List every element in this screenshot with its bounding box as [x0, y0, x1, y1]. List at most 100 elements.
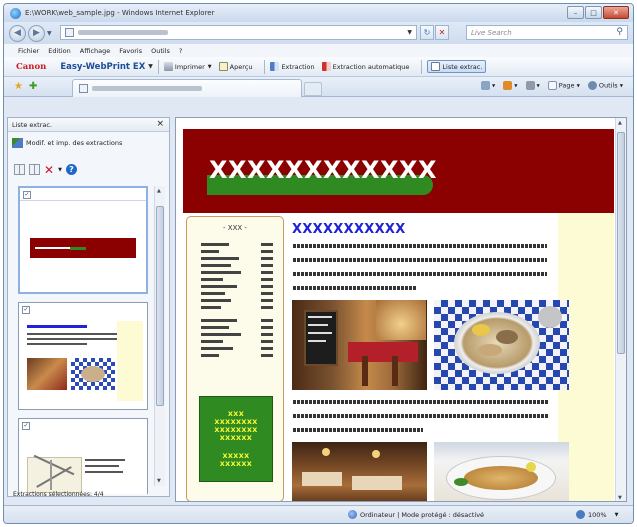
dining-room-photo	[292, 442, 427, 501]
delete-icon[interactable]: ✕	[44, 164, 54, 176]
maximize-button[interactable]: □	[585, 6, 602, 19]
list-extract-button[interactable]: Liste extrac.	[427, 60, 487, 73]
page-menu[interactable]: Page ▾	[547, 81, 580, 90]
promo-line: XXXXX	[222, 452, 250, 460]
feeds-button[interactable]: ▾	[503, 81, 518, 90]
print-label: Imprimer	[174, 62, 205, 71]
extraction-thumbnail[interactable]: ✓	[18, 418, 148, 494]
refresh-icon[interactable]: ↻	[420, 25, 434, 40]
forward-button[interactable]: ▶	[28, 24, 45, 42]
extraction-thumbnail[interactable]: ✓	[18, 302, 148, 410]
history-dropdown-icon[interactable]: ▼	[47, 30, 52, 37]
pane-scroll-thumb[interactable]	[156, 206, 164, 406]
menu-help[interactable]: ?	[179, 47, 182, 55]
preview-label: Aperçu	[229, 62, 253, 71]
home-button[interactable]: ▾	[480, 81, 495, 90]
security-zone[interactable]: Ordinateur | Mode protégé : désactivé	[348, 510, 484, 519]
print-cmd-button[interactable]: ▾	[525, 81, 540, 90]
minimize-button[interactable]: –	[567, 6, 584, 19]
tools-menu[interactable]: Outils ▾	[587, 81, 623, 90]
page-icon	[547, 81, 557, 90]
thumb-photo	[71, 358, 115, 390]
favorites-star-icon[interactable]: ★	[14, 81, 23, 92]
promo-line: XXXXXX	[219, 434, 253, 442]
scroll-up-icon[interactable]: ▲	[618, 120, 622, 126]
menu-file[interactable]: Fichier	[18, 47, 39, 55]
auto-extract-icon	[321, 62, 331, 71]
favorites-bar: ★ ✚ ▾ ▾ ▾ Page ▾ Outils ▾	[4, 77, 633, 97]
address-field[interactable]: ▼	[60, 25, 417, 40]
help-icon[interactable]: ?	[65, 164, 77, 175]
extract-label: Extraction	[281, 62, 315, 71]
scroll-up-icon[interactable]: ▲	[157, 188, 161, 194]
main-title: XXXXXXXXXXX	[292, 222, 406, 237]
feeds-icon	[503, 81, 513, 90]
tools-label: Outils	[598, 81, 618, 90]
delete-dropdown-icon[interactable]: ▼	[58, 167, 62, 173]
extraction-thumbnail[interactable]: ✓	[18, 186, 148, 294]
green-promo-box[interactable]: XXX XXXXXXXX XXXXXXXX XXXXXX XXXXX XXXXX…	[199, 396, 273, 482]
gear-icon	[587, 81, 597, 90]
pane-title: Liste extrac.	[12, 120, 53, 129]
edit-print-extractions-button[interactable]: Modif. et imp. des extractions	[12, 138, 122, 148]
text-line	[293, 272, 547, 276]
thumbnail-list: ✓ ✓ ✓	[18, 186, 148, 494]
menu-tools[interactable]: Outils	[151, 47, 170, 55]
zoom-level: 100%	[588, 510, 607, 519]
print-dropdown-icon[interactable]: ▼	[208, 64, 212, 70]
layout-one-icon[interactable]	[14, 164, 25, 175]
scroll-down-icon[interactable]: ▼	[157, 478, 161, 484]
browser-window: E:\WORK\web_sample.jpg - Windows Interne…	[3, 3, 634, 524]
page-scrollbar[interactable]: ▲ ▼	[615, 118, 626, 501]
easy-webprint-dropdown-icon[interactable]: ▼	[148, 63, 153, 70]
add-favorite-icon[interactable]: ✚	[29, 81, 37, 92]
thumbnail-checkbox[interactable]: ✓	[22, 422, 30, 430]
thumbnail-checkbox[interactable]: ✓	[22, 306, 30, 314]
menu-view[interactable]: Affichage	[80, 47, 111, 55]
thumb-photo	[27, 358, 67, 390]
print-button[interactable]: Imprimer ▼	[163, 62, 212, 71]
zoom-dropdown-icon[interactable]: ▼	[615, 512, 619, 518]
zoom-icon	[576, 510, 585, 519]
page-icon	[65, 28, 74, 37]
edit-print-icon	[12, 138, 23, 148]
text-line	[293, 286, 417, 290]
auto-extract-button[interactable]: Extraction automatique	[321, 62, 410, 71]
extract-button[interactable]: Extraction	[270, 62, 315, 71]
search-icon[interactable]: ⚲	[616, 27, 623, 37]
computer-zone-icon	[348, 510, 357, 519]
window-title: E:\WORK\web_sample.jpg - Windows Interne…	[25, 9, 215, 17]
new-tab-button[interactable]	[304, 82, 322, 96]
header-title: XXXXXXXXXXXX	[209, 156, 438, 184]
status-bar: Ordinateur | Mode protégé : désactivé 10…	[4, 505, 633, 523]
layout-grid-icon[interactable]	[29, 164, 40, 175]
printer-icon	[163, 62, 173, 71]
promo-line: XXXXXXXX	[214, 426, 258, 434]
extraction-list-pane: Liste extrac. × Modif. et imp. des extra…	[7, 117, 170, 497]
scroll-down-icon[interactable]: ▼	[618, 495, 622, 501]
preview-button[interactable]: Aperçu	[218, 62, 253, 71]
seafood-platter-photo	[434, 300, 569, 390]
zoom-control[interactable]: 100% ▼	[576, 510, 618, 519]
thumbnail-checkbox[interactable]: ✓	[23, 191, 31, 199]
home-icon	[480, 81, 490, 90]
menu-favorites[interactable]: Favoris	[119, 47, 142, 55]
search-input[interactable]: Live Search ⚲	[466, 25, 628, 40]
easy-webprint-menu[interactable]: Easy-WebPrint EX	[60, 62, 145, 72]
browser-tab[interactable]	[72, 79, 302, 97]
pane-close-button[interactable]: ×	[156, 119, 164, 129]
menu-edit[interactable]: Edition	[48, 47, 71, 55]
address-dropdown-icon[interactable]: ▼	[407, 29, 412, 36]
auto-extract-label: Extraction automatique	[332, 62, 410, 71]
text-line	[293, 258, 547, 262]
menu-bar: Fichier Edition Affichage Favoris Outils…	[4, 44, 633, 57]
page-sidebar: - XXX - XXX XXXXXXXX XXXXXXXX XXXXXX XXX…	[186, 216, 284, 501]
page-scroll-thumb[interactable]	[617, 132, 625, 354]
back-button[interactable]: ◀	[9, 24, 26, 42]
printer-icon	[525, 81, 535, 90]
restaurant-terrace-photo	[292, 300, 427, 390]
pane-scrollbar[interactable]: ▲ ▼	[154, 186, 165, 486]
toolbar-separator	[264, 59, 266, 74]
close-button[interactable]: ✕	[603, 6, 629, 19]
stop-icon[interactable]: ✕	[435, 25, 449, 40]
